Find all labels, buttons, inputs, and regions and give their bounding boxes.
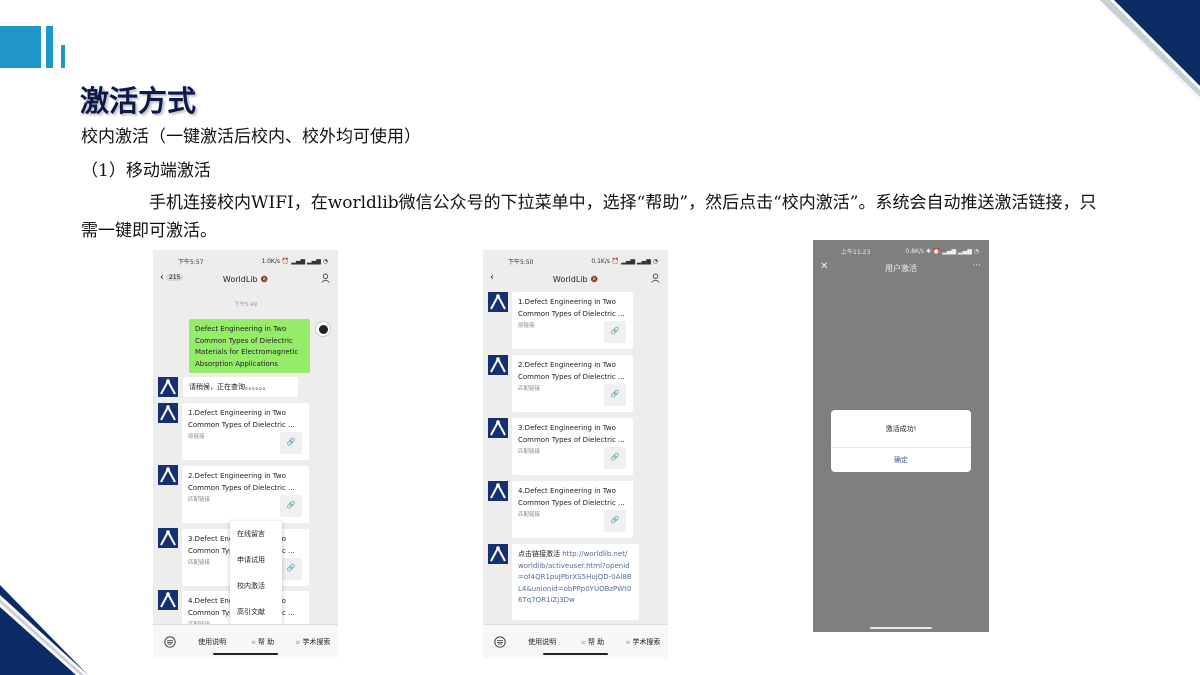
- profile-icon[interactable]: [651, 273, 660, 283]
- result-card-title: 3.Defect Engineering in Two Common Types…: [518, 424, 625, 444]
- worldlib-logo-icon: [488, 418, 508, 438]
- result-card-2[interactable]: 2.Defect Engineering in Two Common Types…: [512, 355, 633, 412]
- unread-badge: 215: [166, 274, 184, 281]
- menu-help[interactable]: ≡ 帮 助: [567, 637, 617, 647]
- worldlib-logo-icon: [488, 292, 508, 312]
- activation-link[interactable]: http://worldlib.net/worldlib/activeuser.…: [518, 550, 632, 604]
- status-bar: 下午5:50 0.1K/s ⏰ ▂▄▆ ▂▄▆ ◔: [483, 250, 668, 272]
- menu-item-online-message[interactable]: 在线留言: [230, 521, 282, 547]
- webview-title: 用户激活: [885, 263, 917, 273]
- webview-header: ✕ 用户激活 ···: [813, 259, 989, 277]
- activation-link-message: 点击链接激活 http://worldlib.net/worldlib/acti…: [512, 544, 639, 620]
- link-icon[interactable]: 🔗: [280, 432, 302, 454]
- home-indicator: [213, 653, 278, 655]
- more-icon[interactable]: ···: [972, 261, 981, 271]
- slide-subtitle: 校内激活（一键激活后校内、校外均可使用）: [81, 127, 421, 147]
- menu-item-highly-cited[interactable]: 高引文献: [230, 599, 282, 625]
- chat-header: ‹ WorldLib 🔕: [483, 270, 668, 288]
- result-card-3[interactable]: 3.Defect Engineering in Two Common Types…: [512, 418, 633, 475]
- result-card-4[interactable]: 4.Defect Engineering in Two Common Types…: [512, 481, 633, 538]
- back-button[interactable]: ‹: [490, 272, 494, 283]
- menu-academic-search[interactable]: ≡ 学术搜索: [288, 637, 338, 647]
- worldlib-logo-icon: [488, 544, 508, 564]
- result-card-title: 2.Defect Engineering in Two Common Types…: [188, 472, 295, 492]
- result-card-1[interactable]: 1.Defect Engineering in Two Common Types…: [512, 292, 633, 349]
- result-card-title: 1.Defect Engineering in Two Common Types…: [188, 409, 295, 429]
- worldlib-logo-icon: [488, 481, 508, 501]
- status-indicators: 0.1K/s ⏰ ▂▄▆ ▂▄▆ ◔: [591, 257, 658, 265]
- worldlib-logo-icon: [158, 590, 178, 610]
- confirm-button[interactable]: 确定: [831, 448, 971, 472]
- phone-screenshot-menu: 下午5:57 1.0K/s ⏰ ▂▄▆ ▂▄▆ ◔ ‹ 215 WorldLib…: [153, 250, 338, 658]
- user-message-bubble[interactable]: Defect Engineering in Two Common Types o…: [189, 319, 310, 373]
- help-dropdown-menu: 在线留言 申请试用 校内激活 高引文献: [230, 521, 282, 625]
- chevron-left-icon: ‹: [160, 272, 164, 283]
- message-timestamp: 下午5:49: [233, 302, 258, 308]
- keyboard-icon[interactable]: [483, 635, 517, 648]
- dialog-message: 激活成功!: [831, 410, 971, 448]
- menu-help[interactable]: ≡ 帮 助: [237, 637, 287, 647]
- chat-title: WorldLib: [222, 274, 258, 284]
- status-indicators: 1.0K/s ⏰ ▂▄▆ ▂▄▆ ◔: [261, 257, 328, 265]
- status-time: 下午5:50: [508, 258, 534, 266]
- activation-prefix: 点击链接激活: [518, 550, 563, 558]
- phone-screenshot-activation-link: 下午5:50 0.1K/s ⏰ ▂▄▆ ▂▄▆ ◔ ‹ WorldLib 🔕 1…: [483, 250, 668, 658]
- accent-bar-small: [61, 45, 65, 68]
- link-icon[interactable]: 🔗: [604, 321, 626, 343]
- result-card-2[interactable]: 2.Defect Engineering in Two Common Types…: [182, 466, 309, 523]
- result-card-title: 2.Defect Engineering in Two Common Types…: [518, 361, 625, 381]
- corner-decoration-top-right: [1100, 0, 1200, 100]
- status-time: 上午11:23: [841, 248, 871, 256]
- worldlib-logo-icon: [158, 465, 178, 485]
- link-icon[interactable]: 🔗: [604, 510, 626, 532]
- slide-title: 激活方式: [80, 84, 197, 118]
- link-icon[interactable]: 🔗: [280, 495, 302, 517]
- chevron-left-icon: ‹: [490, 272, 494, 283]
- reply-bubble: 请稍候，正在查询。。。。。。: [183, 377, 298, 397]
- mute-icon: 🔕: [260, 275, 269, 283]
- result-card-title: 1.Defect Engineering in Two Common Types…: [518, 298, 625, 318]
- mute-icon: 🔕: [590, 275, 599, 283]
- menu-usage-guide[interactable]: 使用说明: [517, 637, 567, 647]
- chat-header: ‹ 215 WorldLib 🔕: [153, 270, 338, 288]
- status-bar: 下午5:57 1.0K/s ⏰ ▂▄▆ ▂▄▆ ◔: [153, 250, 338, 272]
- back-button[interactable]: ‹ 215: [160, 272, 184, 283]
- link-icon[interactable]: 🔗: [280, 558, 302, 580]
- menu-item-trial-apply[interactable]: 申请试用: [230, 547, 282, 573]
- profile-icon[interactable]: [321, 273, 330, 283]
- user-avatar: [315, 321, 331, 337]
- result-card-1[interactable]: 1.Defect Engineering in Two Common Types…: [182, 403, 309, 460]
- status-indicators: 0.8K/s ✱ ⏰ ▂▄▆ ▂▄▆ ◔: [905, 247, 979, 255]
- home-indicator: [543, 653, 608, 655]
- result-card-title: 4.Defect Engineering in Two Common Types…: [518, 487, 625, 507]
- worldlib-logo-icon: [488, 355, 508, 375]
- corner-decoration-bottom-left: [0, 585, 88, 675]
- worldlib-logo-icon: [158, 403, 178, 423]
- status-time: 下午5:57: [178, 258, 204, 266]
- menu-item-campus-activation[interactable]: 校内激活: [230, 573, 282, 599]
- section-heading: （1）移动端激活: [81, 161, 211, 181]
- accent-bar-medium: [46, 26, 53, 68]
- home-indicator: [870, 627, 932, 629]
- keyboard-icon[interactable]: [153, 635, 187, 648]
- chat-title: WorldLib: [552, 274, 588, 284]
- worldlib-logo-icon: [158, 528, 178, 548]
- instruction-paragraph: 手机连接校内WIFI，在worldlib微信公众号的下拉菜单中，选择“帮助”，然…: [81, 193, 1097, 241]
- menu-academic-search[interactable]: ≡ 学术搜索: [618, 637, 668, 647]
- close-icon[interactable]: ✕: [820, 261, 828, 272]
- phone-screenshot-activation-success: 上午11:23 0.8K/s ✱ ⏰ ▂▄▆ ▂▄▆ ◔ ✕ 用户激活 ··· …: [813, 240, 989, 632]
- worldlib-logo-icon: [158, 377, 178, 397]
- success-dialog: 激活成功! 确定: [831, 410, 971, 472]
- accent-bar-large: [0, 26, 41, 68]
- link-icon[interactable]: 🔗: [604, 384, 626, 406]
- menu-usage-guide[interactable]: 使用说明: [187, 637, 237, 647]
- link-icon[interactable]: 🔗: [604, 447, 626, 469]
